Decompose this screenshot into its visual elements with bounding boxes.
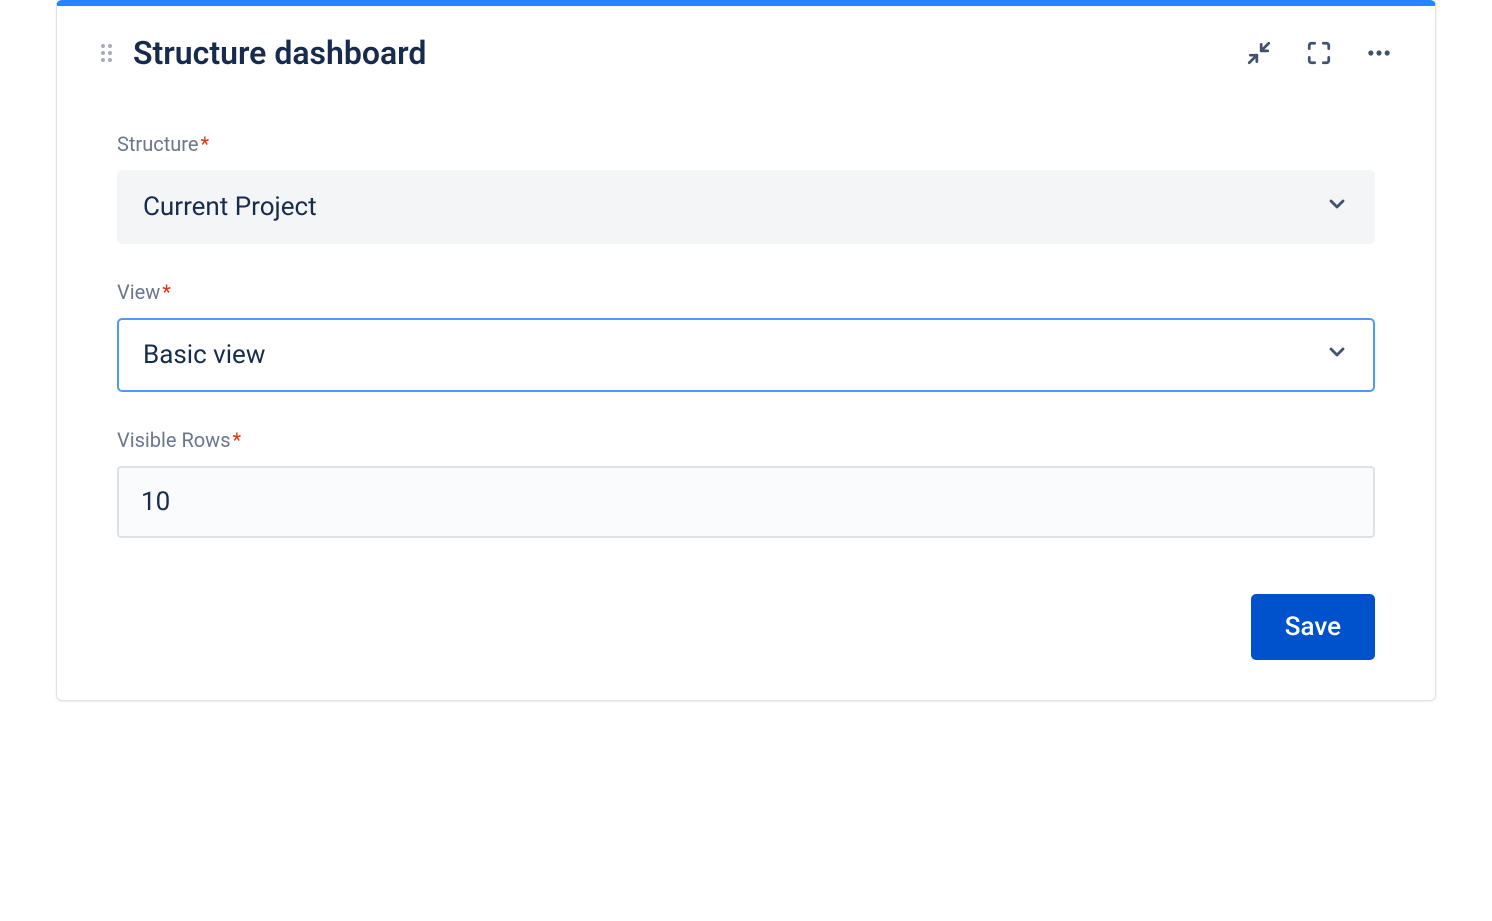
view-field: View* Basic view <box>117 280 1375 392</box>
maximize-icon[interactable] <box>1303 37 1335 69</box>
view-select[interactable]: Basic view <box>117 318 1375 392</box>
structure-label: Structure* <box>117 132 1375 156</box>
form-actions: Save <box>57 574 1435 660</box>
chevron-down-icon <box>1325 340 1349 371</box>
required-indicator: * <box>200 132 209 156</box>
drag-handle-icon[interactable] <box>97 44 115 62</box>
header-actions <box>1243 37 1395 69</box>
form-body: Structure* Current Project View* Basic v… <box>57 82 1435 538</box>
more-options-icon[interactable] <box>1363 37 1395 69</box>
panel-header: Structure dashboard <box>57 6 1435 82</box>
chevron-down-icon <box>1325 192 1349 223</box>
view-select-value: Basic view <box>143 340 1325 370</box>
structure-select-value: Current Project <box>143 192 1325 222</box>
visible-rows-label-text: Visible Rows <box>117 428 231 452</box>
structure-select[interactable]: Current Project <box>117 170 1375 244</box>
visible-rows-input[interactable] <box>117 466 1375 538</box>
minimize-icon[interactable] <box>1243 37 1275 69</box>
visible-rows-label: Visible Rows* <box>117 428 1375 452</box>
structure-field: Structure* Current Project <box>117 132 1375 244</box>
panel-title: Structure dashboard <box>133 34 1243 72</box>
required-indicator: * <box>162 280 171 304</box>
required-indicator: * <box>233 428 242 452</box>
visible-rows-field: Visible Rows* <box>117 428 1375 538</box>
view-label-text: View <box>117 280 160 304</box>
dashboard-config-panel: Structure dashboard <box>56 0 1436 701</box>
view-label: View* <box>117 280 1375 304</box>
save-button[interactable]: Save <box>1251 594 1375 660</box>
structure-label-text: Structure <box>117 132 198 156</box>
